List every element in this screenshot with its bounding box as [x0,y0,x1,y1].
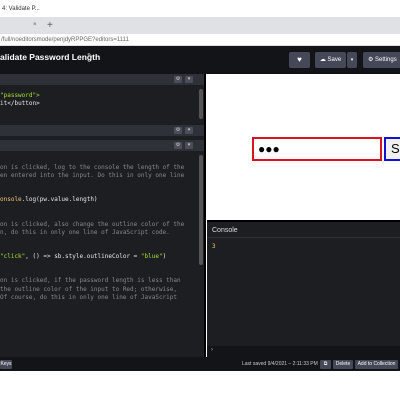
code-token: Of course, do this in only one line of J… [0,293,178,301]
add-to-collection-button[interactable]: Add to Collection [355,360,398,369]
console-title: Console [212,227,238,234]
code-token: ) [162,253,167,261]
embed-icon[interactable]: ⧉ [320,360,331,369]
delete-button[interactable]: Delete [333,360,353,369]
css-editor-bar: ⚙ ▾ [0,125,204,136]
gear-icon[interactable]: ⚙ [174,142,182,149]
gear-icon[interactable]: ⚙ [174,76,182,83]
console-prompt-icon: › [211,347,213,353]
code-line[interactable]: n, do this in only one line of JavaScrip… [0,229,170,237]
browser-tab-strip [0,17,400,34]
new-tab-icon[interactable]: + [47,17,53,34]
code-token: "password"> [0,92,40,99]
code-line[interactable]: on is clicked, if the password length is… [0,277,181,285]
html-editor[interactable]: "password"> it</button> [0,85,198,125]
pen-header: alidate Password Length ✎ ♥ ☁ Save ▾ ⚙ S… [0,46,400,74]
result-preview: ●●● Su [207,74,400,220]
save-button[interactable]: ☁ Save [315,52,346,68]
code-line[interactable]: the outline color of the input to Red; o… [0,286,177,294]
code-line[interactable]: "click", () => sb.style.outlineColor = "… [0,253,166,261]
pen-title[interactable]: alidate Password Length [0,52,100,62]
code-token: on is clicked, also change the outline c… [0,220,185,228]
password-dots: ●●● [258,142,280,156]
submit-button[interactable]: Su [384,137,400,161]
html-scrollbar[interactable] [198,85,204,125]
address-bar[interactable]: /full/noeditorsmode/penjdyRPPGE?editors=… [0,34,400,46]
keys-button[interactable]: Keys [0,360,12,369]
html-scroll-thumb[interactable] [199,89,203,119]
code-line[interactable]: onsole.log(pw.value.length) [0,196,98,204]
last-saved-status: Last saved 9/4/2021 – 2:11:33 PM [242,361,318,367]
code-token: the outline color of the input to Red; o… [0,285,178,293]
code-token: n, do this in only one line of JavaScrip… [0,228,170,236]
js-editor-bar: ⚙ ▾ [0,140,204,151]
code-token: on is clicked, log to the console the le… [0,164,185,171]
code-token: .log(pw.value.length) [21,196,98,204]
save-options-button[interactable]: ▾ [347,52,357,68]
code-line[interactable]: Of course, do this in only one line of J… [0,294,177,302]
chevron-down-icon[interactable]: ▾ [185,76,193,83]
url-text: /full/noeditorsmode/penjdyRPPGE?editors=… [1,37,129,43]
password-input[interactable]: ●●● [252,137,382,161]
code-token: </button> [7,100,40,108]
console-output: 3 [212,243,216,250]
code-token: on is clicked, if the password length is… [0,277,181,285]
console-panel: Console 3 › [207,220,400,359]
code-line[interactable]: on is clicked, log to the console the le… [0,164,184,172]
code-line[interactable]: en entered into the input. Do this in on… [0,172,184,180]
code-token: en entered into the input. Do this in on… [0,172,185,180]
page-background [0,371,400,400]
console-divider [207,237,400,238]
code-token: "blue" [140,253,163,261]
tab-close-icon[interactable]: × [33,17,37,34]
pen-footer: Keys Last saved 9/4/2021 – 2:11:33 PM ⧉ … [0,357,400,371]
code-token: onsole [0,196,22,204]
code-token: "click" [0,253,26,261]
gear-icon[interactable]: ⚙ [174,127,182,134]
code-line[interactable]: on is clicked, also change the outline c… [0,221,184,229]
html-editor-bar: ⚙ ▾ [0,74,204,85]
chevron-down-icon[interactable]: ▾ [185,127,193,134]
code-token: , () => sb.style.outlineColor = [25,253,141,261]
heart-button[interactable]: ♥ [289,52,310,68]
settings-button[interactable]: ⚙ Settings [363,52,400,68]
js-editor[interactable]: on is clicked, log to the console the le… [0,151,198,357]
js-scroll-thumb[interactable] [199,155,203,265]
code-line[interactable]: "password"> [0,92,40,100]
browser-tab[interactable]: 4: Validate P... [0,1,40,17]
pencil-icon[interactable]: ✎ [87,52,93,60]
code-line[interactable]: it</button> [0,100,40,108]
js-scrollbar[interactable] [198,151,204,357]
editors-panel: ⚙ ▾ "password"> it</button> ⚙ ▾ ⚙ ▾ on is… [0,74,206,357]
chevron-down-icon[interactable]: ▾ [185,142,193,149]
